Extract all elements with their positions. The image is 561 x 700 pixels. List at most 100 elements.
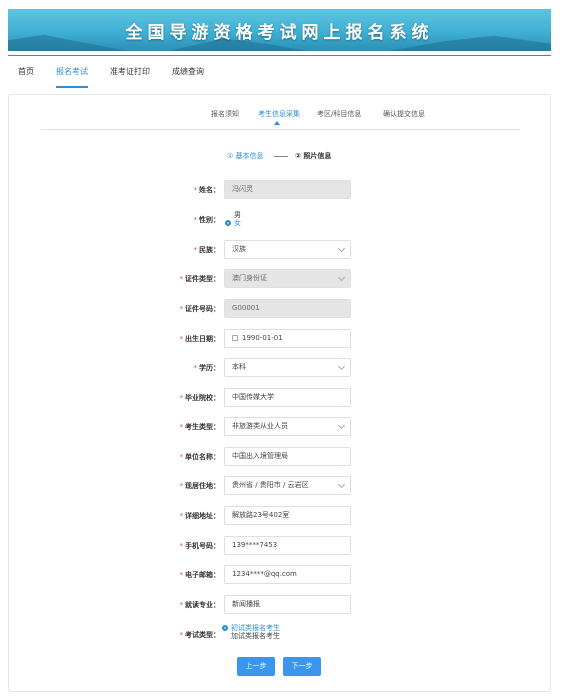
row-major: * 就读专业： 新闻播报 xyxy=(9,595,550,615)
label-email: * 电子邮箱： xyxy=(180,570,221,580)
label-gender-text: 性别： xyxy=(199,216,220,224)
label-education-text: 学历： xyxy=(199,364,220,372)
tab-registration-notice[interactable]: 报名须知 xyxy=(211,109,239,119)
label-address-text: 详细地址： xyxy=(185,512,220,520)
candidate-type-select[interactable]: 非旅游类从业人员 xyxy=(224,417,351,436)
gender-female-label: 女 xyxy=(234,219,241,227)
chevron-down-icon xyxy=(337,421,346,430)
phone-input[interactable]: 139****7453 xyxy=(224,536,351,555)
active-tab-indicator xyxy=(274,121,280,125)
label-school: * 毕业院校： xyxy=(180,393,221,403)
required-mark: * xyxy=(179,482,184,490)
gender-female-option[interactable]: 女 xyxy=(225,219,241,227)
label-candidate-type-text: 考生类型： xyxy=(185,423,220,431)
school-input[interactable]: 中国传媒大学 xyxy=(224,388,351,407)
row-email: * 电子邮箱： 1234****@qq.com xyxy=(9,565,550,585)
birth-date-picker[interactable]: 1990-01-01 xyxy=(224,329,351,348)
name-field: 冯闪灵 xyxy=(224,180,351,199)
label-exam-type-text: 考试类型： xyxy=(185,631,220,639)
label-school-text: 毕业院校： xyxy=(185,394,220,402)
required-mark: * xyxy=(193,246,198,254)
employer-input[interactable]: 中国出入境管理局 xyxy=(224,447,351,466)
required-mark: * xyxy=(179,512,184,520)
required-mark: * xyxy=(193,364,198,372)
row-id-number: * 证件号码： G00001 xyxy=(9,299,550,319)
residence-cascader[interactable]: 贵州省 / 贵阳市 / 云岩区 xyxy=(224,476,351,495)
email-input[interactable]: 1234****@qq.com xyxy=(224,565,351,584)
ethnicity-value: 汉族 xyxy=(232,245,246,253)
label-ethnicity: * 民族： xyxy=(194,245,221,255)
label-birth-date-text: 出生日期： xyxy=(185,335,220,343)
label-education: * 学历： xyxy=(194,363,221,373)
required-mark: * xyxy=(179,631,184,639)
education-select[interactable]: 本科 xyxy=(224,358,351,377)
required-mark: * xyxy=(179,453,184,461)
required-mark: * xyxy=(179,394,184,402)
substep-photo-info[interactable]: ② 照片信息 xyxy=(295,151,331,161)
label-major: * 就读专业： xyxy=(180,600,221,610)
label-email-text: 电子邮箱： xyxy=(185,571,220,579)
label-exam-type: * 考试类型： xyxy=(180,630,221,640)
next-step-button[interactable]: 下一步 xyxy=(283,657,321,676)
nav-register-exam[interactable]: 报名考试 xyxy=(56,66,88,88)
label-candidate-type: * 考生类型： xyxy=(180,422,221,432)
exam-type-additional-option[interactable]: 加试类报名考生 xyxy=(222,632,280,640)
residence-value: 贵州省 / 贵阳市 / 云岩区 xyxy=(232,481,309,489)
substep-connector xyxy=(274,156,288,157)
tab-confirm-submit[interactable]: 确认提交信息 xyxy=(383,109,425,119)
chevron-down-icon xyxy=(337,480,346,489)
ethnicity-select[interactable]: 汉族 xyxy=(224,240,351,259)
row-birth-date: * 出生日期： 1990-01-01 xyxy=(9,329,550,349)
label-phone-text: 手机号码： xyxy=(185,542,220,550)
required-mark: * xyxy=(179,275,184,283)
education-value: 本科 xyxy=(232,363,246,371)
row-address: * 详细地址： 解放路23号402室 xyxy=(9,506,550,526)
sub-steps: ① 基本信息 ② 照片信息 xyxy=(9,151,550,163)
header-divider xyxy=(8,55,551,56)
id-type-value: 澳门身份证 xyxy=(232,274,267,282)
label-name-text: 姓名： xyxy=(199,186,220,194)
row-employer: * 单位名称： 中国出入境管理局 xyxy=(9,447,550,467)
label-employer-text: 单位名称： xyxy=(185,453,220,461)
nav-score-query[interactable]: 成绩查询 xyxy=(172,66,204,88)
label-gender: * 性别： xyxy=(194,215,221,225)
required-mark: * xyxy=(179,601,184,609)
gender-male-label: 男 xyxy=(234,211,241,219)
label-id-type-text: 证件类型： xyxy=(185,275,220,283)
exam-type-initial-option[interactable]: 初试类报名考生 xyxy=(222,624,280,632)
label-phone: * 手机号码： xyxy=(180,541,221,551)
row-gender: * 性别： 男 女 xyxy=(9,210,550,230)
site-title: 全国导游资格考试网上报名系统 xyxy=(125,23,434,43)
row-id-type: * 证件类型： 澳门身份证 xyxy=(9,269,550,289)
row-residence: * 现居住地： 贵州省 / 贵阳市 / 云岩区 xyxy=(9,476,550,496)
radio-dot-selected[interactable] xyxy=(222,625,228,631)
label-id-number-text: 证件号码： xyxy=(185,305,220,313)
id-type-select: 澳门身份证 xyxy=(224,269,351,288)
required-mark: * xyxy=(193,216,198,224)
tab-exam-area-subjects[interactable]: 考区/科目信息 xyxy=(317,109,361,119)
row-ethnicity: * 民族： 汉族 xyxy=(9,240,550,260)
tab-candidate-info[interactable]: 考生信息采集 xyxy=(258,109,300,119)
radio-dot-selected[interactable] xyxy=(225,220,231,226)
nav-home[interactable]: 首页 xyxy=(18,66,34,88)
nav-admission-print[interactable]: 准考证打印 xyxy=(110,66,150,88)
substep-basic-info[interactable]: ① 基本信息 xyxy=(227,151,264,161)
exam-type-radio-group: 初试类报名考生 加试类报名考生 xyxy=(222,624,280,640)
prev-step-button[interactable]: 上一步 xyxy=(237,657,275,676)
label-employer: * 单位名称： xyxy=(180,452,221,462)
label-birth-date: * 出生日期： xyxy=(180,334,221,344)
header-banner: 全国导游资格考试网上报名系统 xyxy=(8,9,551,51)
required-mark: * xyxy=(193,186,198,194)
label-residence-text: 现居住地： xyxy=(185,482,220,490)
address-input[interactable]: 解放路23号402室 xyxy=(224,506,351,525)
gender-male-option[interactable]: 男 xyxy=(225,211,241,219)
gender-radio-group: 男 女 xyxy=(225,211,241,227)
row-education: * 学历： 本科 xyxy=(9,358,550,378)
exam-type-initial-label: 初试类报名考生 xyxy=(231,624,280,632)
label-id-number: * 证件号码： xyxy=(180,304,221,314)
major-input[interactable]: 新闻播报 xyxy=(224,595,351,614)
form-actions: 上一步 下一步 xyxy=(9,657,550,677)
top-nav: 首页 报名考试 准考证打印 成绩查询 xyxy=(18,66,204,88)
required-mark: * xyxy=(179,423,184,431)
chevron-down-icon xyxy=(337,362,346,371)
